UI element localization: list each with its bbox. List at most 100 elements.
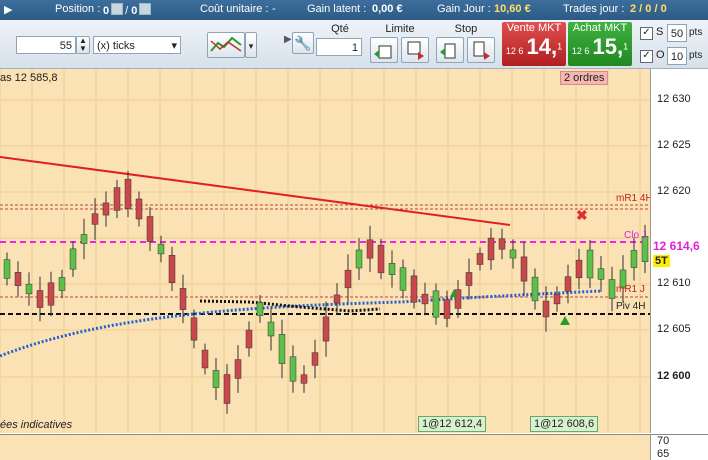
chart-header-text: as 12 585,8	[0, 72, 58, 84]
objective-points-input[interactable]: 10	[667, 47, 687, 65]
candlestick	[80, 234, 88, 244]
limit-sell-button[interactable]	[401, 37, 429, 63]
price-tick: 12 620	[657, 185, 691, 197]
candlestick	[399, 267, 407, 291]
candlestick	[344, 269, 352, 289]
candlestick	[586, 249, 594, 279]
candlestick	[201, 349, 209, 369]
candlestick	[311, 352, 319, 366]
moving-average-blue	[0, 289, 601, 358]
day-gain-label: Gain Jour :	[437, 3, 491, 15]
limit-buy-button[interactable]	[370, 37, 398, 63]
candlestick	[157, 243, 165, 255]
candlestick-plot[interactable]	[0, 69, 650, 433]
objective-checkbox[interactable]: ✓	[640, 50, 653, 63]
candlestick	[278, 334, 286, 364]
order-label-1[interactable]: 1@12 612,4	[418, 416, 487, 432]
stop-sell-button[interactable]	[467, 37, 495, 63]
candlestick	[91, 213, 99, 225]
menu-icon[interactable]: ▶	[4, 3, 12, 16]
candlestick	[432, 290, 440, 318]
objective-check-label: O	[656, 49, 665, 61]
position-icon	[111, 3, 124, 15]
candlestick	[190, 317, 198, 341]
position-icon-2	[139, 3, 152, 15]
chart-footer-text: ées indicatives	[0, 419, 73, 431]
candlestick	[553, 293, 561, 305]
candlestick	[69, 248, 77, 270]
indicator-axis: 70 65	[650, 434, 708, 460]
price-tick: 12 605	[657, 323, 691, 335]
sell-market-button[interactable]: Vente MKT 12 6 14,1	[502, 22, 566, 66]
price-chart[interactable]: as 12 585,8 2 ordres mR1 4H Clo J mR1 J …	[0, 69, 650, 433]
stop-check-label: S	[656, 26, 664, 38]
indicator-chart-button[interactable]	[207, 32, 245, 58]
candlestick	[58, 277, 66, 291]
limit-buy-icon	[374, 45, 392, 59]
chevron-down-icon: ▾	[171, 40, 177, 52]
candlestick	[630, 250, 638, 268]
stop-sell-icon	[473, 41, 490, 60]
indicator-pane[interactable]	[0, 434, 650, 460]
latent-gain-label: Gain latent :	[307, 3, 367, 15]
candlestick	[135, 198, 143, 220]
stop-buy-icon	[440, 43, 456, 59]
trades-value: 2 / 0 / 0	[630, 3, 667, 15]
orders-badge[interactable]: 2 ordres	[560, 71, 609, 85]
chart-indicator-icon	[210, 36, 242, 52]
candlestick	[608, 279, 616, 299]
sell-price-fraction: 1	[557, 41, 563, 52]
candlestick	[322, 316, 330, 342]
objective-pts-label: pts	[689, 50, 703, 61]
candlestick	[498, 238, 506, 250]
candlestick	[146, 216, 154, 242]
candlestick	[168, 255, 176, 283]
ticks-input[interactable]: 55	[16, 36, 76, 54]
candlestick	[575, 259, 583, 279]
buy-price-fraction: 1	[623, 41, 629, 52]
account-info-bar: ▶ Position : 0/ 0 Coût unitaire : - Gain…	[0, 0, 708, 20]
sell-price-prefix: 12 6	[505, 46, 524, 56]
position-value: 0/ 0	[103, 3, 153, 17]
stop-checkbox[interactable]: ✓	[640, 27, 653, 40]
candlestick	[421, 293, 429, 305]
position-label: Position :	[55, 3, 101, 15]
ticks-unit-select[interactable]: (x) ticks ▾	[93, 36, 181, 54]
day-gain-value: 10,60 €	[494, 3, 531, 15]
ticks-spinner[interactable]: ▲ ▼	[76, 36, 90, 54]
indicator-dropdown[interactable]: ▾	[245, 32, 257, 58]
r1-4h-tag: mR1 4H	[616, 193, 650, 204]
candlestick	[333, 294, 341, 304]
candlestick	[14, 272, 22, 286]
trading-toolbar: 55 ▲ ▼ (x) ticks ▾ ▾ ▶ 🔧 Qté 1 Limite Stop…	[0, 20, 708, 69]
candlestick	[476, 253, 484, 265]
close-order-icon[interactable]: ✖	[576, 207, 588, 224]
order-label-2[interactable]: 1@12 608,6	[530, 416, 599, 432]
sell-price: 14,	[526, 34, 558, 59]
stop-buy-button[interactable]	[436, 37, 464, 63]
current-price-label: 12 614,6	[653, 239, 700, 253]
candlestick	[102, 202, 110, 216]
stop-points-input[interactable]: 50	[667, 24, 687, 42]
indicator-tick: 70	[657, 435, 670, 447]
candlestick	[223, 374, 231, 404]
candlestick	[267, 321, 275, 337]
candlestick	[377, 244, 385, 274]
stop-label: Stop	[454, 23, 478, 35]
collapse-arrow-icon[interactable]: ▶	[284, 34, 292, 45]
candlestick	[366, 239, 374, 259]
sell-market-label: Vente MKT	[506, 22, 562, 34]
qty-input[interactable]: 1	[316, 38, 362, 56]
candlestick	[597, 268, 605, 280]
wrench-icon[interactable]: 🔧	[292, 32, 314, 54]
candlestick	[179, 288, 187, 310]
price-tick: 12 600	[657, 370, 691, 382]
buy-market-button[interactable]: Achat MKT 12 6 15,1	[568, 22, 632, 66]
candlestick	[520, 256, 528, 282]
trend-line	[0, 156, 511, 226]
timeframe-5t-label[interactable]: 5T	[653, 255, 670, 267]
candlestick	[388, 263, 396, 275]
candlestick	[410, 275, 418, 303]
trades-label: Trades jour :	[563, 3, 625, 15]
price-axis[interactable]: 12 630 12 625 12 620 12 614,6 5T 12 610 …	[650, 69, 708, 433]
